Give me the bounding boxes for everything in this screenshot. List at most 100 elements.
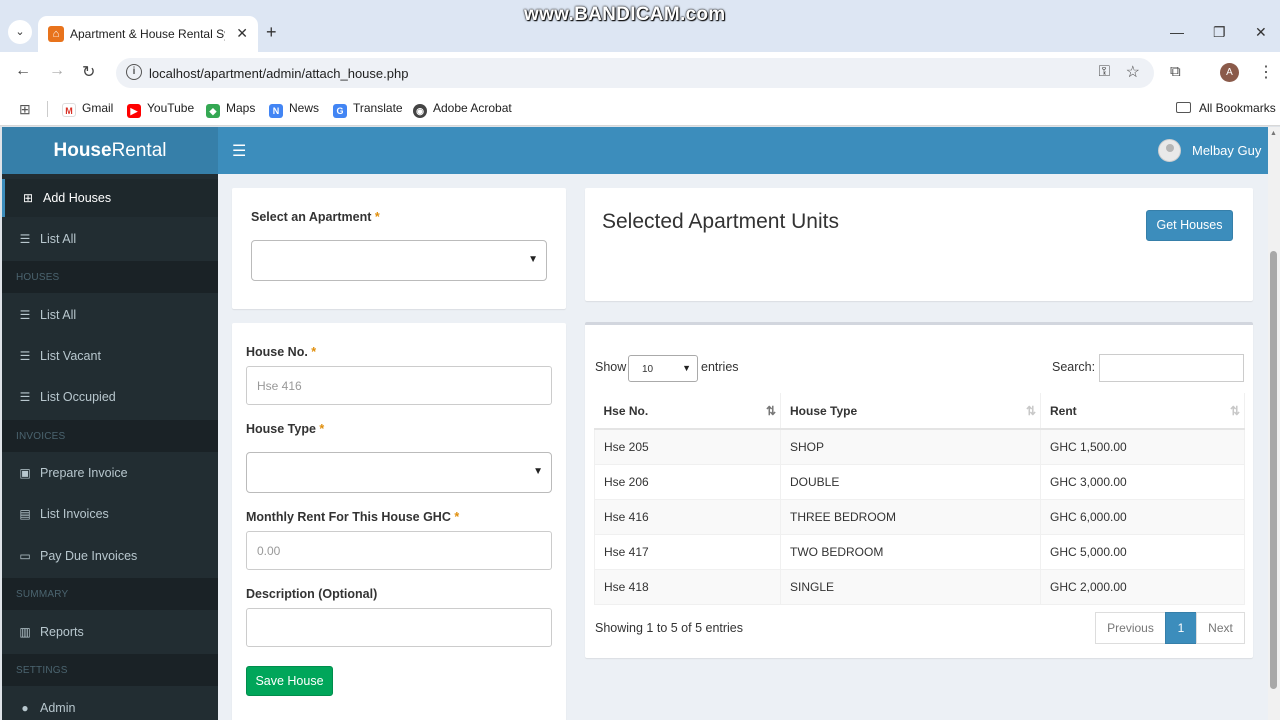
cell-hse-no: Hse 418 xyxy=(594,568,781,605)
sidebar-item-list-occupied[interactable]: ☰ List Occupied xyxy=(2,378,218,416)
sidebar-item-prepare-invoice[interactable]: ▣ Prepare Invoice xyxy=(2,454,218,492)
sidebar-item-add-houses[interactable]: ⊞ Add Houses xyxy=(2,179,218,217)
profile-avatar[interactable]: A xyxy=(1220,63,1239,82)
search-input[interactable] xyxy=(1099,354,1244,382)
column-header-rent[interactable]: Rent ⇅ xyxy=(1040,393,1245,430)
bookmark-youtube[interactable]: ▶ YouTube xyxy=(127,101,194,118)
apartment-select[interactable]: ▼ xyxy=(251,240,547,281)
youtube-icon: ▶ xyxy=(127,104,141,118)
tab-search-icon[interactable]: ⌄ xyxy=(8,20,32,44)
house-type-select[interactable]: ▼ xyxy=(246,452,552,493)
cell-rent: GHC 3,000.00 xyxy=(1040,463,1245,499)
sidebar-header-summary: SUMMARY xyxy=(2,578,218,610)
password-key-icon[interactable]: ⚿ xyxy=(1099,63,1110,80)
table-row: Hse 417 TWO BEDROOM GHC 5,000.00 xyxy=(594,533,1245,569)
units-table: Hse No. ⇅ House Type ⇅ Rent ⇅ Hse 205 SHOP … xyxy=(594,393,1245,605)
save-house-button[interactable]: Save House xyxy=(246,666,333,696)
tab-title: Apartment & House Rental Syst xyxy=(70,27,225,41)
money-icon: ▣ xyxy=(19,466,31,480)
chevron-down-icon: ▼ xyxy=(682,363,691,373)
cell-hse-no: Hse 416 xyxy=(594,498,781,534)
cell-house-type: TWO BEDROOM xyxy=(780,533,1041,569)
chevron-down-icon: ▼ xyxy=(533,466,543,477)
all-bookmarks-button[interactable]: All Bookmarks xyxy=(1176,101,1276,115)
table-header-row: Hse No. ⇅ House Type ⇅ Rent ⇅ xyxy=(594,393,1245,430)
house-no-input[interactable] xyxy=(246,366,552,405)
monthly-rent-label: Monthly Rent For This House GHC * xyxy=(246,510,460,524)
bookmark-star-icon[interactable]: ☆ xyxy=(1126,62,1140,82)
close-tab-icon[interactable]: ✕ xyxy=(236,25,248,42)
sidebar-item-admin[interactable]: ● Admin xyxy=(2,689,218,720)
user-avatar xyxy=(1158,139,1181,162)
url-text[interactable]: localhost/apartment/admin/attach_house.p… xyxy=(149,66,408,81)
sidebar-toggle-icon[interactable]: ☰ xyxy=(232,141,246,161)
sidebar-item-houses-list-all[interactable]: ☰ List All xyxy=(2,296,218,334)
sidebar-header-settings: SETTINGS xyxy=(2,654,218,686)
folder-icon xyxy=(1176,102,1191,113)
app-logo[interactable]: HouseRental xyxy=(2,127,218,174)
cell-rent: GHC 2,000.00 xyxy=(1040,568,1245,605)
reload-icon[interactable]: ↻ xyxy=(82,62,95,82)
page-scrollbar[interactable]: ▲ xyxy=(1268,127,1280,720)
sort-icon: ⇅ xyxy=(1025,404,1036,418)
page-length-select[interactable]: 10 ▼ xyxy=(628,355,698,382)
new-tab-icon[interactable]: + xyxy=(266,22,277,43)
gmail-icon: M xyxy=(62,103,76,117)
user-icon: ● xyxy=(21,701,29,715)
user-name: Melbay Guy xyxy=(1192,143,1262,158)
apps-grid-icon[interactable]: ⊞ xyxy=(19,101,31,118)
get-houses-button[interactable]: Get Houses xyxy=(1146,210,1233,241)
site-info-icon[interactable]: i xyxy=(126,64,142,80)
bookmark-adobe-acrobat[interactable]: ◉ Adobe Acrobat xyxy=(413,101,512,118)
credit-card-icon: ▭ xyxy=(19,549,31,563)
list-icon: ☰ xyxy=(19,390,31,404)
cell-house-type: SINGLE xyxy=(780,568,1041,605)
browser-menu-icon[interactable]: ⋮ xyxy=(1258,62,1274,82)
minimize-icon[interactable]: — xyxy=(1170,24,1184,40)
scroll-up-icon[interactable]: ▲ xyxy=(1270,130,1277,137)
next-page-button[interactable]: Next xyxy=(1196,612,1245,644)
bookmark-news[interactable]: N News xyxy=(269,101,319,118)
bookmark-maps[interactable]: ◆ Maps xyxy=(206,101,255,118)
cell-rent: GHC 5,000.00 xyxy=(1040,533,1245,569)
apartment-select-box: Select an Apartment * ▼ xyxy=(232,188,566,309)
back-icon[interactable]: ← xyxy=(15,62,31,80)
bookmarks-bar: ⊞ M Gmail ▶ YouTube ◆ Maps N News G Translate… xyxy=(0,92,1280,126)
bookmarks-divider xyxy=(47,101,48,117)
sidebar-item-pay-due-invoices[interactable]: ▭ Pay Due Invoices xyxy=(2,537,218,575)
table-row: Hse 205 SHOP GHC 1,500.00 xyxy=(594,428,1245,464)
cell-house-type: DOUBLE xyxy=(780,463,1041,499)
monthly-rent-input[interactable] xyxy=(246,531,552,570)
bookmark-translate[interactable]: G Translate xyxy=(333,101,403,118)
description-input[interactable] xyxy=(246,608,552,647)
list-icon: ☰ xyxy=(19,349,31,363)
column-header-house-type[interactable]: House Type ⇅ xyxy=(780,393,1041,430)
page-1-button[interactable]: 1 xyxy=(1165,612,1197,644)
app-header: HouseRental ☰ Melbay Guy xyxy=(2,127,1268,174)
column-header-hse-no[interactable]: Hse No. ⇅ xyxy=(594,393,781,430)
bookmark-gmail[interactable]: M Gmail xyxy=(62,101,113,117)
sidebar: ⊞ Add Houses ☰ List All HOUSES ☰ List Al… xyxy=(2,174,218,720)
house-form-box: House No. * House Type * ▼ Monthly Rent … xyxy=(232,323,566,720)
maps-icon: ◆ xyxy=(206,104,220,118)
table-row: Hse 418 SINGLE GHC 2,000.00 xyxy=(594,568,1245,605)
sidebar-item-list-all[interactable]: ☰ List All xyxy=(2,220,218,258)
site-favicon-icon: ⌂ xyxy=(48,26,64,42)
sidebar-item-list-vacant[interactable]: ☰ List Vacant xyxy=(2,337,218,375)
cell-house-type: THREE BEDROOM xyxy=(780,498,1041,534)
description-label: Description (Optional) xyxy=(246,587,378,601)
sidebar-item-list-invoices[interactable]: ▤ List Invoices xyxy=(2,495,218,533)
address-bar[interactable]: i localhost/apartment/admin/attach_house… xyxy=(116,58,1154,88)
restore-icon[interactable]: ❐ xyxy=(1213,24,1226,41)
list-icon: ☰ xyxy=(19,308,31,322)
previous-page-button[interactable]: Previous xyxy=(1095,612,1166,644)
sidebar-item-reports[interactable]: ▥ Reports xyxy=(2,613,218,651)
scroll-thumb[interactable] xyxy=(1270,251,1277,689)
main-content: Select an Apartment * ▼ House No. * Hous… xyxy=(218,174,1268,720)
extensions-icon[interactable]: ⧉ xyxy=(1170,63,1181,80)
forward-icon[interactable]: → xyxy=(49,62,65,80)
browser-tab[interactable]: ⌂ Apartment & House Rental Syst ✕ xyxy=(38,16,258,52)
plus-square-icon: ⊞ xyxy=(22,191,34,205)
units-table-box: Show 10 ▼ entries Search: Hse No. ⇅ House… xyxy=(585,322,1253,658)
close-window-icon[interactable]: ✕ xyxy=(1255,24,1267,41)
